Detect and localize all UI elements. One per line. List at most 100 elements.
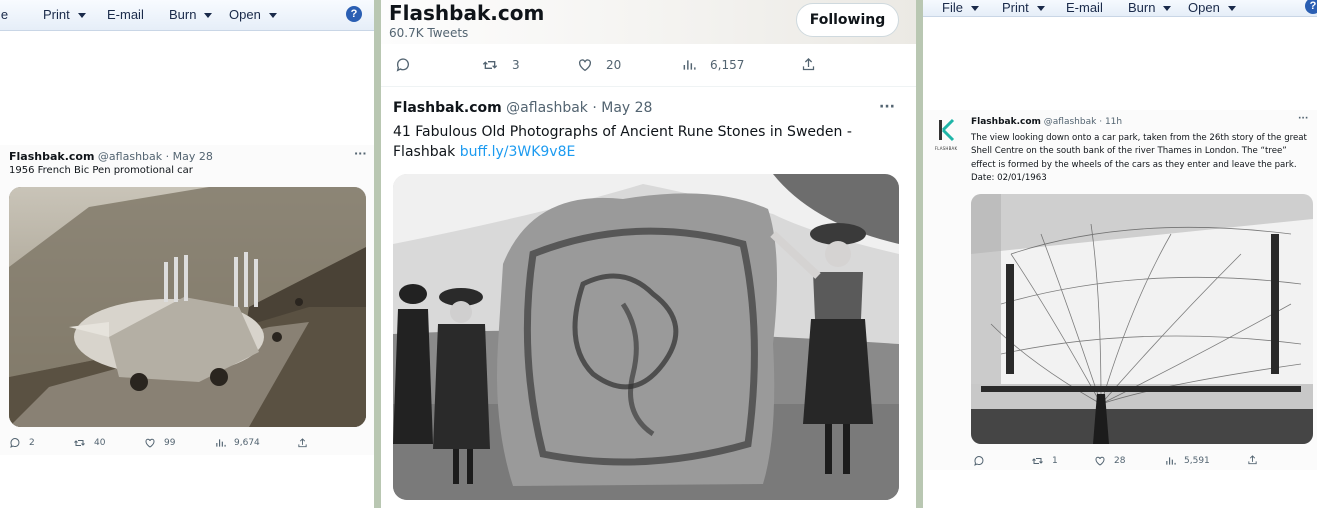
retweet-count: 3 — [512, 58, 520, 72]
retweet-count: 40 — [94, 438, 106, 448]
share-icon — [298, 438, 307, 448]
reply-button[interactable] — [395, 57, 411, 73]
photo-viewer-toolbar: File Print E-mail Burn Open ? — [923, 0, 1317, 17]
profile-title: Flashbak.com — [389, 1, 545, 25]
author-handle[interactable]: @aflashbak — [506, 100, 588, 116]
chevron-down-icon — [970, 6, 979, 12]
views-button[interactable]: 9,674 — [215, 437, 260, 449]
toolbar-email-button[interactable]: E-mail — [107, 7, 144, 22]
like-count: 28 — [1114, 456, 1126, 466]
share-button[interactable] — [1247, 454, 1258, 466]
chevron-down-icon — [1036, 6, 1045, 12]
help-icon[interactable]: ? — [1305, 0, 1317, 14]
tweet-text: 1956 French Bic Pen promotional car — [9, 165, 193, 176]
retweet-count: 1 — [1052, 456, 1058, 466]
car-park-photo — [971, 194, 1313, 444]
left-window: le Print E-mail Burn Open ? Flashbak.com… — [0, 0, 374, 508]
tweet-photo[interactable] — [971, 194, 1313, 444]
photo-viewer-toolbar: le Print E-mail Burn Open ? — [0, 0, 374, 31]
tweet-header: Flashbak.com @aflashbak · May 28 — [393, 100, 652, 116]
more-options-icon[interactable]: ··· — [354, 147, 367, 160]
tweet-card[interactable]: Flashbak.com @aflashbak · May 28 ··· 195… — [0, 145, 374, 455]
toolbar-burn-button[interactable]: Burn — [169, 7, 213, 22]
tweet-header: Flashbak.com @aflashbak · May 28 — [9, 150, 213, 163]
retweet-button[interactable]: 1 — [1031, 455, 1058, 467]
bic-car-photo — [9, 187, 366, 427]
chevron-down-icon — [204, 13, 213, 19]
following-button[interactable]: Following — [796, 3, 899, 37]
avatar[interactable]: FLASHBAK — [933, 118, 959, 152]
like-count: 20 — [606, 58, 622, 72]
toolbar-print-button[interactable]: Print — [1002, 0, 1045, 15]
more-options-icon[interactable]: ··· — [879, 99, 895, 115]
toolbar-print-button[interactable]: Print — [43, 7, 86, 22]
tweet-count: 60.7K Tweets — [389, 26, 469, 40]
views-button[interactable]: 6,157 — [682, 57, 744, 73]
window-divider — [374, 0, 381, 508]
avatar-caption: FLASHBAK — [934, 146, 958, 151]
tweet-photo[interactable] — [9, 187, 366, 427]
right-window: File Print E-mail Burn Open ? FLASHBAK F… — [923, 0, 1317, 508]
tweet-card[interactable]: Flashbak.com @aflashbak · May 28 ··· 41 … — [381, 90, 916, 508]
view-count: 5,591 — [1184, 456, 1210, 466]
views-chart-icon — [216, 439, 226, 447]
author-name[interactable]: Flashbak.com — [971, 117, 1041, 127]
reply-icon — [396, 58, 409, 72]
like-button[interactable]: 28 — [1094, 455, 1125, 467]
views-chart-icon — [1166, 457, 1176, 465]
retweet-button[interactable]: 40 — [73, 437, 105, 449]
separator: · — [592, 100, 597, 116]
middle-window: Flashbak.com 60.7K Tweets Following 3 20… — [381, 0, 916, 508]
tweet-text: 41 Fabulous Old Photographs of Ancient R… — [393, 122, 893, 162]
toolbar-file-button[interactable]: File — [942, 0, 979, 15]
separator: · — [165, 150, 170, 163]
tweet-text: The view looking down onto a car park, t… — [971, 133, 1307, 184]
reply-count: 2 — [29, 438, 35, 448]
retweet-icon — [1032, 458, 1043, 464]
retweet-button[interactable]: 3 — [481, 57, 520, 73]
author-handle[interactable]: @aflashbak — [98, 150, 162, 163]
help-icon[interactable]: ? — [346, 6, 362, 22]
like-button[interactable]: 99 — [144, 437, 175, 449]
heart-icon — [145, 438, 155, 448]
tweet-card[interactable]: FLASHBAK Flashbak.com @aflashbak · 11h ·… — [923, 110, 1317, 470]
author-name[interactable]: Flashbak.com — [393, 100, 502, 116]
like-button[interactable]: 20 — [577, 57, 621, 73]
rune-stone-photo — [393, 174, 899, 500]
retweet-icon — [482, 61, 498, 69]
view-count: 9,674 — [234, 438, 260, 448]
share-icon — [802, 57, 815, 71]
tweet-header: Flashbak.com @aflashbak · 11h — [971, 117, 1122, 127]
share-button[interactable] — [801, 56, 816, 73]
tweet-date[interactable]: 11h — [1105, 117, 1122, 127]
heart-icon — [579, 59, 591, 72]
toolbar-burn-button[interactable]: Burn — [1128, 0, 1172, 15]
reply-icon — [10, 438, 20, 448]
profile-header: Flashbak.com 60.7K Tweets Following — [381, 0, 916, 44]
author-handle[interactable]: @aflashbak — [1044, 117, 1097, 127]
tweet-photo[interactable] — [393, 174, 899, 500]
tweet-text-line: 41 Fabulous Old Photographs of Ancient R… — [393, 124, 852, 140]
toolbar-open-button[interactable]: Open — [229, 7, 277, 22]
heart-icon — [1095, 456, 1105, 466]
reply-button[interactable] — [973, 455, 985, 467]
retweet-icon — [74, 440, 85, 446]
views-button[interactable]: 5,591 — [1165, 455, 1210, 467]
chevron-down-icon — [268, 13, 277, 19]
share-button[interactable] — [297, 437, 308, 449]
window-divider — [916, 0, 923, 508]
toolbar-open-button[interactable]: Open — [1188, 0, 1236, 15]
views-chart-icon — [683, 60, 696, 70]
share-icon — [1248, 455, 1257, 465]
more-options-icon[interactable]: ··· — [1298, 114, 1308, 124]
reply-button[interactable]: 2 — [9, 437, 35, 449]
tweet-date[interactable]: May 28 — [601, 100, 652, 116]
toolbar-email-button[interactable]: E-mail — [1066, 0, 1103, 15]
tweet-date[interactable]: May 28 — [173, 150, 213, 163]
chevron-down-icon — [1227, 6, 1236, 12]
tweet-text-line: Flashbak — [393, 144, 456, 160]
reply-icon — [974, 456, 984, 466]
tweet-link[interactable]: buff.ly/3WK9v8E — [460, 144, 576, 160]
author-name[interactable]: Flashbak.com — [9, 150, 94, 163]
toolbar-file-button[interactable]: le — [0, 7, 8, 22]
